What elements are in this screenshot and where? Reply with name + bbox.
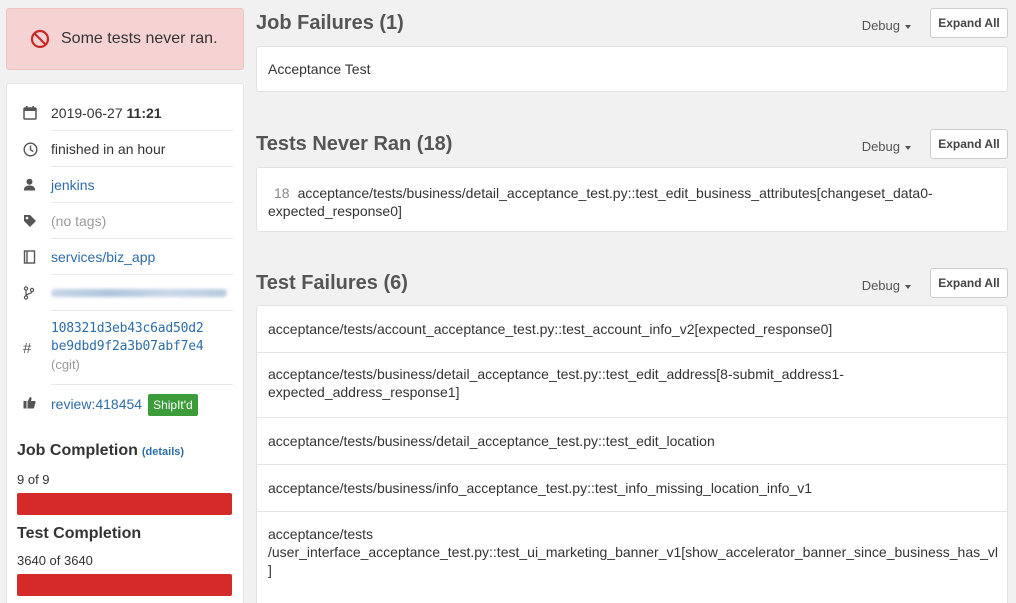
shipit-badge: ShipIt'd (148, 394, 198, 416)
tags-row: (no tags) (23, 212, 232, 230)
job-failures-header: Job Failures (1) Debug Expand All (256, 8, 1008, 40)
test-completion-fill (17, 574, 232, 596)
book-icon (23, 248, 51, 264)
thumbs-up-icon (23, 394, 51, 409)
never-ran-header: Tests Never Ran (18) Debug Expand All (256, 129, 1008, 161)
job-completion-details-link[interactable]: (details) (142, 446, 184, 458)
branch-row (23, 284, 232, 300)
branch-name-redacted (51, 289, 227, 297)
repo-row: services/biz_app (23, 248, 232, 266)
build-duration: finished in an hour (51, 141, 166, 157)
cgit-link[interactable]: (cgit) (51, 356, 204, 374)
alert-text: Some tests never ran. (61, 30, 218, 47)
job-completion-value: 9 of 9 (17, 472, 50, 487)
job-completion-fill (17, 493, 232, 515)
test-completion-title: Test Completion (17, 525, 142, 542)
never-ran-title: Tests Never Ran (18) (256, 133, 453, 155)
table-row[interactable]: acceptance/tests/account_acceptance_test… (257, 306, 1007, 353)
left-sidebar: Some tests never ran. 2019-06-27 11:21 f… (6, 8, 244, 603)
job-failures-expand-all-button[interactable]: Expand All (930, 8, 1008, 38)
job-completion-bar (17, 493, 232, 515)
test-failures-expand-all-button[interactable]: Expand All (930, 268, 1008, 298)
review-row: review:418454 ShipIt'd (23, 394, 232, 416)
list-item[interactable]: Acceptance Test (257, 47, 1007, 91)
build-time: 11:21 (126, 105, 162, 121)
job-failures-debug-dropdown[interactable]: Debug (862, 18, 911, 33)
job-failures-title: Job Failures (1) (256, 12, 404, 34)
hash-icon: # (23, 340, 32, 357)
tags-value: (no tags) (51, 213, 107, 229)
table-row[interactable]: acceptance/tests/business/detail_accepta… (257, 418, 1007, 465)
user-icon (23, 176, 51, 191)
ban-icon (30, 29, 50, 49)
commit-hash-line1[interactable]: 108321d3eb43c6ad50d2 (51, 320, 204, 338)
never-ran-expand-all-button[interactable]: Expand All (930, 129, 1008, 159)
never-ran-count: 18 (274, 185, 290, 201)
test-failures-debug-dropdown[interactable]: Debug (862, 278, 911, 293)
job-completion-title: Job Completion (details) (17, 442, 185, 459)
calendar-icon (23, 104, 51, 120)
test-failures-title: Test Failures (6) (256, 272, 408, 294)
test-completion-value: 3640 of 3640 (17, 553, 93, 568)
date-row: 2019-06-27 11:21 (23, 104, 232, 122)
repo-link[interactable]: services/biz_app (51, 248, 155, 266)
build-date: 2019-06-27 (51, 105, 123, 121)
list-item[interactable]: 18 acceptance/tests/business/detail_accep… (257, 168, 1007, 231)
job-failures-list: Acceptance Test (256, 46, 1008, 92)
user-row: jenkins (23, 176, 232, 194)
never-ran-alert: Some tests never ran. (6, 8, 244, 70)
duration-row: finished in an hour (23, 140, 232, 158)
clock-icon (23, 140, 51, 157)
table-row[interactable]: acceptance/tests/business/info_acceptanc… (257, 465, 1007, 512)
never-ran-list: 18 acceptance/tests/business/detail_accep… (256, 167, 1008, 232)
commit-row: # 108321d3eb43c6ad50d2 be9dbd9f2a3b07abf… (23, 320, 232, 374)
tag-icon (23, 212, 51, 228)
review-link[interactable]: review:418454 (51, 396, 142, 412)
table-row[interactable]: acceptance/tests/business/detail_accepta… (257, 353, 1007, 418)
test-failures-list: acceptance/tests/account_acceptance_test… (256, 305, 1008, 603)
test-completion-bar (17, 574, 232, 596)
table-row[interactable]: acceptance/tests /user_interface_accepta… (257, 512, 1007, 602)
build-metadata-panel: 2019-06-27 11:21 finished in an hour jen… (6, 83, 244, 603)
never-ran-debug-dropdown[interactable]: Debug (862, 139, 911, 154)
user-link[interactable]: jenkins (51, 176, 95, 194)
commit-hash-line2[interactable]: be9dbd9f2a3b07abf7e4 (51, 338, 204, 356)
git-branch-icon (23, 284, 51, 300)
test-failures-header: Test Failures (6) Debug Expand All (256, 268, 1008, 300)
